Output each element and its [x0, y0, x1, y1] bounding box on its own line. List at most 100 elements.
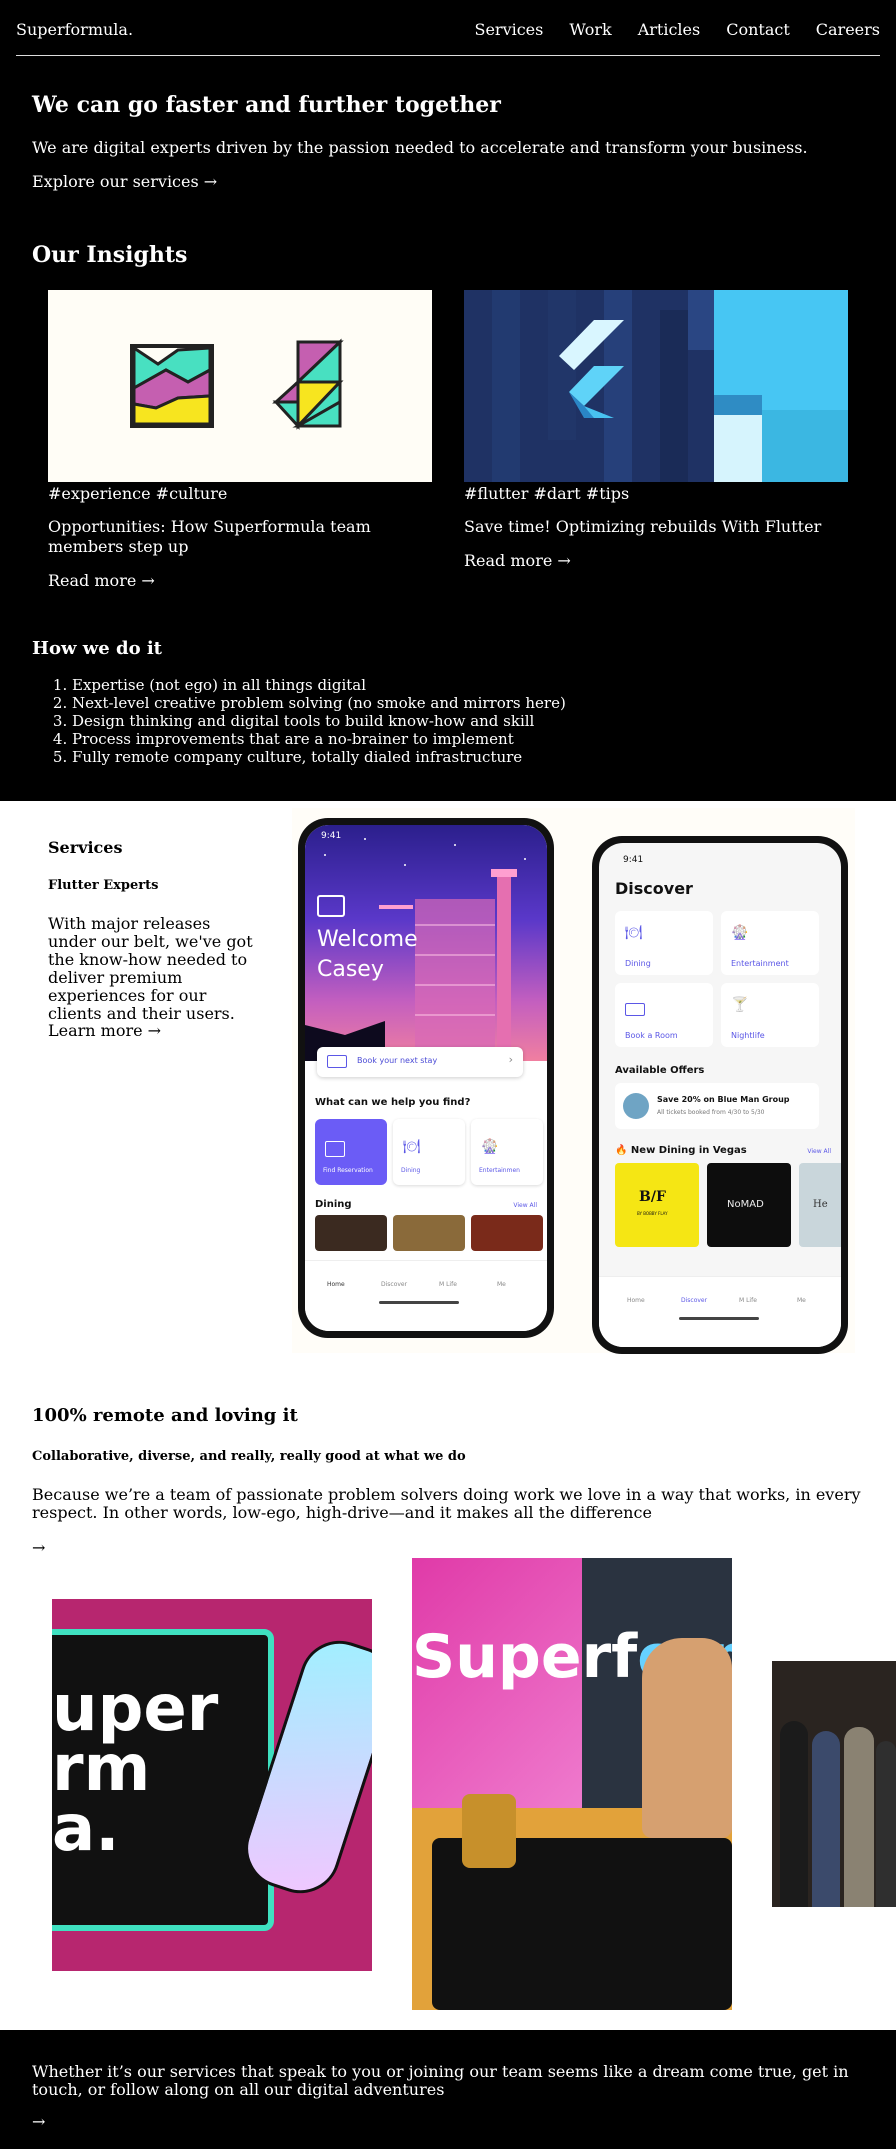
footer-arrow-link[interactable]: →: [32, 2112, 45, 2131]
person: [812, 1731, 840, 1907]
tile-book-room[interactable]: Book a Room: [615, 983, 713, 1047]
site-header: Superformula. Services Work Articles Con…: [16, 0, 880, 56]
list-item: Fully remote company culture, totally di…: [72, 748, 566, 766]
home-indicator: [679, 1317, 759, 1320]
restaurant-logo: He: [813, 1199, 828, 1210]
restaurant-card-nomad[interactable]: NoMAD: [707, 1163, 791, 1247]
tab-home[interactable]: Home: [327, 1281, 345, 1288]
superformula-logo-illustration[interactable]: [48, 290, 432, 482]
hero-subtitle: We are digital experts driven by the pas…: [32, 138, 808, 157]
remote-title: 100% remote and loving it: [32, 1405, 298, 1426]
offer-title: Save 20% on Blue Man Group: [657, 1095, 790, 1104]
tab-bar: Home Discover M Life Me: [305, 1260, 547, 1331]
view-all-link[interactable]: View All: [513, 1202, 537, 1209]
logo[interactable]: Superformula.: [16, 20, 133, 39]
tab-bar: Home Discover M Life Me: [599, 1276, 841, 1347]
restaurant-card-bf[interactable]: B/F BY BOBBY FLAY: [615, 1163, 699, 1247]
sticker-text: rm: [52, 1732, 151, 1806]
tab-mlife[interactable]: M Life: [439, 1281, 457, 1288]
tab-discover[interactable]: Discover: [381, 1281, 407, 1288]
coffee-mug: [462, 1794, 516, 1868]
book-stay-button[interactable]: Book your next stay ›: [317, 1047, 523, 1077]
dog: [642, 1638, 732, 1838]
dining-thumb[interactable]: [393, 1215, 465, 1251]
read-more-link[interactable]: Read more →: [464, 551, 848, 571]
person: [876, 1741, 896, 1907]
nav-articles[interactable]: Articles: [638, 20, 701, 39]
card-title[interactable]: Opportunities: How Superformula team mem…: [48, 517, 432, 557]
new-dining-heading: 🔥 New Dining in Vegas: [615, 1145, 747, 1156]
tile-dining[interactable]: 🍽 Dining: [393, 1119, 465, 1185]
list-item: Design thinking and digital tools to bui…: [72, 712, 566, 730]
offer-card[interactable]: Save 20% on Blue Man Group All tickets b…: [615, 1083, 819, 1129]
services-subtitle: Flutter Experts: [48, 878, 159, 893]
tab-me[interactable]: Me: [797, 1297, 806, 1304]
insight-card-2[interactable]: #flutter #dart #tips Save time! Optimizi…: [464, 290, 848, 571]
tile-dining[interactable]: 🍽 Dining: [615, 911, 713, 975]
remote-arrow-link[interactable]: →: [32, 1538, 45, 1557]
tab-discover[interactable]: Discover: [681, 1297, 707, 1304]
tile-entertainment[interactable]: 🎡 Entertainmen: [471, 1119, 543, 1185]
view-all-link[interactable]: View All: [807, 1148, 831, 1155]
nav-careers[interactable]: Careers: [816, 20, 880, 39]
insights-title: Our Insights: [32, 242, 188, 268]
bed-icon: [625, 1003, 645, 1016]
tab-home[interactable]: Home: [627, 1297, 645, 1304]
tab-me[interactable]: Me: [497, 1281, 506, 1288]
insight-card-1[interactable]: #experience #culture Opportunities: How …: [48, 290, 432, 591]
nightlife-icon: 🍸: [731, 997, 749, 1013]
tile-label: Find Reservation: [323, 1167, 373, 1174]
restaurant-logo: B/F: [639, 1189, 666, 1205]
remote-body: Because we’re a team of passionate probl…: [32, 1485, 861, 1522]
sticker-text: a.: [52, 1792, 120, 1866]
status-time: 9:41: [321, 831, 342, 841]
entertainment-icon: 🎡: [481, 1139, 499, 1155]
office-dog-photo: Superformul: [412, 1558, 732, 2010]
dining-heading: Dining: [315, 1199, 352, 1210]
nav-work[interactable]: Work: [569, 20, 611, 39]
explore-services-link[interactable]: Explore our services →: [32, 172, 217, 191]
discover-title: Discover: [615, 879, 693, 898]
tile-entertainment[interactable]: 🎡 Entertainment: [721, 911, 819, 975]
restaurant-card[interactable]: He: [799, 1163, 841, 1247]
help-question: What can we help you find?: [315, 1097, 471, 1108]
main-nav: Services Work Articles Contact Careers: [474, 20, 880, 39]
hero-title: We can go faster and further together: [32, 92, 501, 118]
nav-services[interactable]: Services: [474, 20, 543, 39]
offer-thumbnail: [623, 1093, 649, 1119]
bed-icon: [327, 1055, 347, 1068]
mgm-logo-icon: [317, 895, 345, 917]
tile-nightlife[interactable]: 🍸 Nightlife: [721, 983, 819, 1047]
services-body: With major releases under our belt, we'v…: [48, 914, 253, 1023]
hero-background: 9:41 Welcome Casey: [305, 825, 547, 1061]
offers-heading: Available Offers: [615, 1065, 705, 1076]
user-name: Casey: [317, 957, 384, 982]
chevron-right-icon: ›: [508, 1053, 513, 1066]
restaurant-sub: BY BOBBY FLAY: [637, 1211, 668, 1216]
phone-mockups: 9:41 Welcome Casey Book your next stay ›…: [292, 808, 855, 1354]
card-tags: #experience #culture: [48, 484, 228, 503]
flutter-logo-illustration[interactable]: [464, 290, 848, 482]
offer-subtitle: All tickets booked from 4/30 to 5/30: [657, 1109, 765, 1116]
restaurant-logo: NoMAD: [727, 1199, 764, 1210]
tile-label: Dining: [625, 959, 651, 968]
card-tags: #flutter #dart #tips: [464, 484, 630, 503]
stickers-photo: uper rm a.: [52, 1599, 372, 1971]
book-label: Book your next stay: [357, 1056, 438, 1065]
reservation-icon: [325, 1141, 345, 1157]
person: [844, 1727, 874, 1907]
dining-thumb[interactable]: [315, 1215, 387, 1251]
nav-contact[interactable]: Contact: [726, 20, 790, 39]
list-item: Expertise (not ego) in all things digita…: [72, 676, 566, 694]
footer-text: Whether it’s our services that speak to …: [32, 2062, 849, 2099]
dining-thumb[interactable]: [471, 1215, 543, 1251]
services-title: Services: [48, 838, 123, 857]
tab-mlife[interactable]: M Life: [739, 1297, 757, 1304]
tile-find-reservation[interactable]: Find Reservation: [315, 1119, 387, 1185]
entertainment-icon: 🎡: [731, 925, 749, 941]
read-more-link[interactable]: Read more →: [48, 571, 432, 591]
how-title: How we do it: [32, 638, 162, 659]
learn-more-link[interactable]: Learn more →: [48, 1021, 161, 1040]
banner-text: Superf: [412, 1622, 638, 1692]
card-title[interactable]: Save time! Optimizing rebuilds With Flut…: [464, 517, 848, 537]
